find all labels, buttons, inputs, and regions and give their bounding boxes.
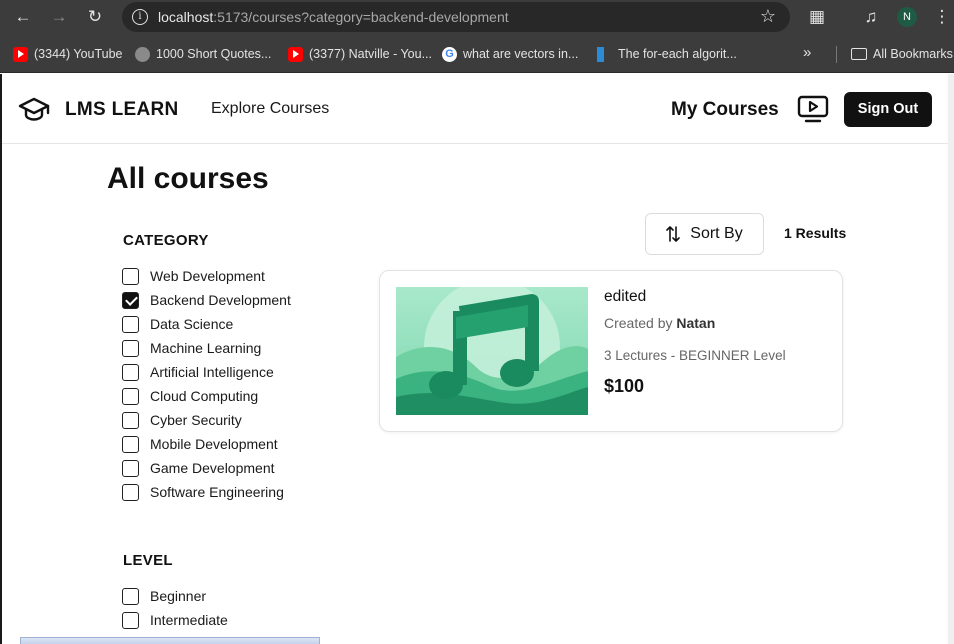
- checkbox[interactable]: [122, 483, 139, 501]
- url-text[interactable]: localhost:5173/courses?category=backend-…: [158, 9, 509, 25]
- reload-icon[interactable]: ↻: [85, 7, 105, 27]
- site-header: LMS LEARN Explore Courses My Courses Sig…: [0, 74, 948, 144]
- site-info-icon[interactable]: i: [132, 9, 148, 25]
- filter-intermediate[interactable]: Intermediate: [122, 611, 228, 629]
- results-count: 1 Results: [784, 225, 847, 241]
- filter-cloud-computing[interactable]: Cloud Computing: [122, 387, 258, 405]
- filter-machine-learning[interactable]: Machine Learning: [122, 339, 261, 357]
- filter-beginner[interactable]: Beginner: [122, 587, 206, 605]
- back-icon[interactable]: ←: [13, 7, 33, 27]
- checkbox[interactable]: [122, 435, 139, 453]
- google-icon: G: [442, 46, 457, 62]
- all-bookmarks[interactable]: All Bookmarks: [851, 46, 953, 62]
- checkbox[interactable]: [122, 291, 139, 309]
- filter-backend-development[interactable]: Backend Development: [122, 291, 291, 309]
- youtube-icon: [13, 46, 28, 62]
- forward-icon[interactable]: →: [49, 7, 69, 27]
- course-title[interactable]: edited: [604, 288, 646, 306]
- course-meta: 3 Lectures - BEGINNER Level: [604, 348, 786, 363]
- folder-icon: [851, 48, 867, 60]
- sort-arrows-icon: [666, 226, 681, 242]
- logo-text[interactable]: LMS LEARN: [65, 99, 179, 121]
- course-price: $100: [604, 376, 645, 396]
- checkbox[interactable]: [122, 339, 139, 357]
- checkbox[interactable]: [122, 611, 139, 629]
- filter-data-science[interactable]: Data Science: [122, 315, 233, 333]
- page-scrollbar[interactable]: [948, 74, 954, 644]
- filter-game-development[interactable]: Game Development: [122, 459, 275, 477]
- course-thumbnail: [396, 287, 588, 415]
- course-author: Created by Natan: [604, 315, 716, 331]
- tv-play-icon[interactable]: [797, 95, 829, 123]
- bookmarks-divider: [836, 46, 837, 63]
- extensions-icon[interactable]: ▦: [807, 7, 827, 27]
- page-title: All courses: [107, 162, 269, 195]
- bookmarks-bar: (3344) YouTube 1000 Short Quotes... (337…: [0, 35, 954, 73]
- graduation-cap-icon[interactable]: [18, 96, 50, 122]
- media-control-icon[interactable]: ♫: [861, 7, 881, 27]
- sign-out-button[interactable]: Sign Out: [844, 92, 932, 127]
- filter-software-engineering[interactable]: Software Engineering: [122, 483, 284, 501]
- course-card[interactable]: edited Created by Natan 3 Lectures - BEG…: [379, 270, 843, 432]
- my-courses-link[interactable]: My Courses: [671, 99, 779, 121]
- checkbox[interactable]: [122, 459, 139, 477]
- bookmark-vectors[interactable]: G what are vectors in...: [442, 46, 578, 62]
- bookmark-youtube[interactable]: (3344) YouTube: [13, 46, 123, 62]
- youtube-icon: [288, 46, 303, 62]
- page-content: LMS LEARN Explore Courses My Courses Sig…: [0, 74, 948, 644]
- category-heading: CATEGORY: [123, 232, 209, 249]
- bookmark-foreach[interactable]: The for-each algorit...: [597, 46, 737, 62]
- bookmark-star-icon[interactable]: ☆: [760, 6, 776, 27]
- level-heading: LEVEL: [123, 552, 173, 569]
- globe-icon: [135, 46, 150, 62]
- explore-courses-link[interactable]: Explore Courses: [211, 100, 329, 118]
- site-icon: [597, 46, 612, 62]
- browser-toolbar: ← → ↻ i localhost:5173/courses?category=…: [0, 0, 954, 35]
- window-edge: [0, 74, 2, 644]
- bookmark-natville[interactable]: (3377) Natville - You...: [288, 46, 432, 62]
- checkbox[interactable]: [122, 363, 139, 381]
- overlay-window-edge: [20, 637, 320, 644]
- bookmark-quotes[interactable]: 1000 Short Quotes...: [135, 46, 271, 62]
- profile-avatar[interactable]: N: [897, 7, 917, 27]
- filter-artificial-intelligence[interactable]: Artificial Intelligence: [122, 363, 274, 381]
- more-bookmarks-icon[interactable]: »: [803, 44, 811, 61]
- sort-by-button[interactable]: Sort By: [645, 213, 764, 255]
- checkbox[interactable]: [122, 387, 139, 405]
- filter-mobile-development[interactable]: Mobile Development: [122, 435, 278, 453]
- filter-web-development[interactable]: Web Development: [122, 267, 265, 285]
- checkbox[interactable]: [122, 315, 139, 333]
- checkbox[interactable]: [122, 411, 139, 429]
- filter-cyber-security[interactable]: Cyber Security: [122, 411, 242, 429]
- checkbox[interactable]: [122, 587, 139, 605]
- checkbox[interactable]: [122, 267, 139, 285]
- browser-menu-icon[interactable]: ⋮: [932, 7, 952, 27]
- sort-by-label: Sort By: [690, 225, 743, 242]
- address-bar[interactable]: i localhost:5173/courses?category=backen…: [122, 2, 790, 32]
